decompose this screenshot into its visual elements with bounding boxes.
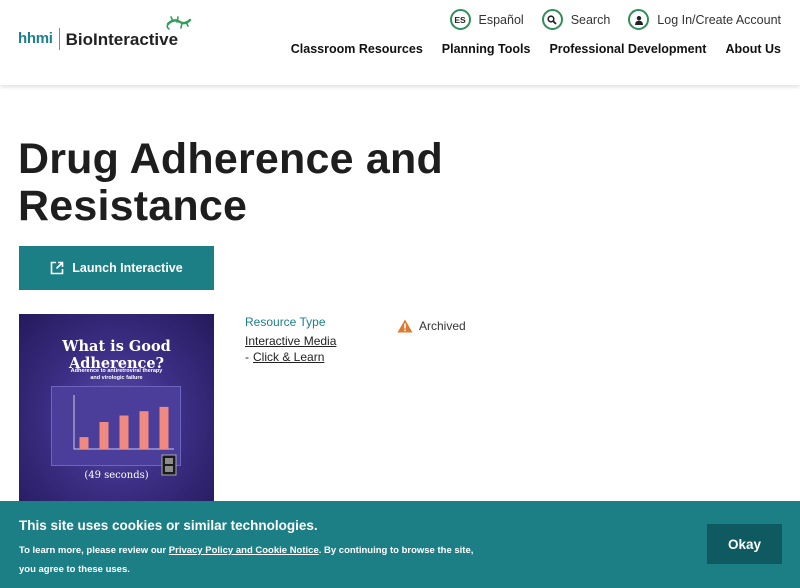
thumbnail-subtitle-line1: Adherence to antiretroviral therapy	[70, 368, 163, 374]
logo-hhmi: hhmi	[18, 30, 53, 47]
logo-biointeractive: BioInteractive	[65, 30, 179, 49]
cookie-text-before: To learn more, please review our	[19, 545, 169, 556]
okay-button[interactable]: Okay	[707, 524, 782, 564]
login-label: Log In/Create Account	[657, 12, 781, 27]
privacy-policy-link[interactable]: Privacy Policy and Cookie Notice	[169, 545, 319, 556]
biointeractive-logo[interactable]: hhmi BioInteractive	[18, 16, 192, 56]
utility-nav: ES Español Search Log In/Create Account	[449, 9, 781, 30]
resource-type-link-interactive-media[interactable]: Interactive Media	[245, 334, 336, 348]
warning-icon	[397, 319, 413, 333]
page-title: Drug Adherence and Resistance	[18, 135, 443, 230]
resource-type-link-click-learn[interactable]: Click & Learn	[253, 350, 324, 364]
thumbnail-chart-bar	[99, 422, 109, 449]
thumbnail-subtitle: Adherence to antiretroviral therapy and …	[19, 368, 214, 382]
gecko-icon	[166, 16, 192, 30]
thumbnail-chart-bar	[119, 415, 129, 449]
login-button[interactable]: Log In/Create Account	[628, 9, 781, 30]
search-label: Search	[570, 12, 611, 27]
site-header: hhmi BioInteractive ES Español Search Lo…	[0, 0, 800, 85]
archived-badge: Archived	[397, 319, 466, 333]
thumbnail-chart-bar	[79, 437, 89, 449]
nav-professional-development[interactable]: Professional Development	[549, 42, 706, 56]
video-thumbnail[interactable]: What is Good Adherence? Adherence to ant…	[19, 314, 214, 504]
thumbnail-chart-bar	[139, 411, 149, 449]
thumbnail-subtitle-line2: and virologic failure	[90, 375, 143, 381]
search-icon	[541, 9, 563, 30]
resource-type-separator: -	[245, 350, 249, 364]
thumbnail-title: What is Good Adherence?	[62, 338, 171, 372]
thumbnail-chart-bar	[159, 406, 169, 449]
cookie-banner: This site uses cookies or similar techno…	[0, 501, 800, 588]
launch-interactive-button[interactable]: Launch Interactive	[19, 246, 214, 290]
language-toggle[interactable]: ES Español	[449, 9, 524, 30]
resource-type-label: Resource Type	[245, 315, 326, 329]
launch-label: Launch Interactive	[72, 261, 183, 275]
thumbnail-duration: (49 seconds)	[84, 470, 149, 481]
film-icon	[161, 454, 177, 476]
language-label: Español	[478, 12, 524, 27]
main-nav: Classroom Resources Planning Tools Profe…	[291, 42, 781, 56]
search-button[interactable]: Search	[541, 9, 611, 30]
external-link-icon	[50, 261, 64, 275]
logo-divider	[58, 28, 60, 50]
cookie-title: This site uses cookies or similar techno…	[19, 518, 318, 533]
nav-planning-tools[interactable]: Planning Tools	[442, 42, 531, 56]
user-icon	[628, 9, 650, 30]
nav-classroom-resources[interactable]: Classroom Resources	[291, 42, 423, 56]
cookie-text: To learn more, please review our Privacy…	[19, 541, 489, 579]
language-es-icon: ES	[449, 9, 471, 30]
nav-about-us[interactable]: About Us	[725, 42, 781, 56]
archived-label: Archived	[419, 319, 466, 333]
